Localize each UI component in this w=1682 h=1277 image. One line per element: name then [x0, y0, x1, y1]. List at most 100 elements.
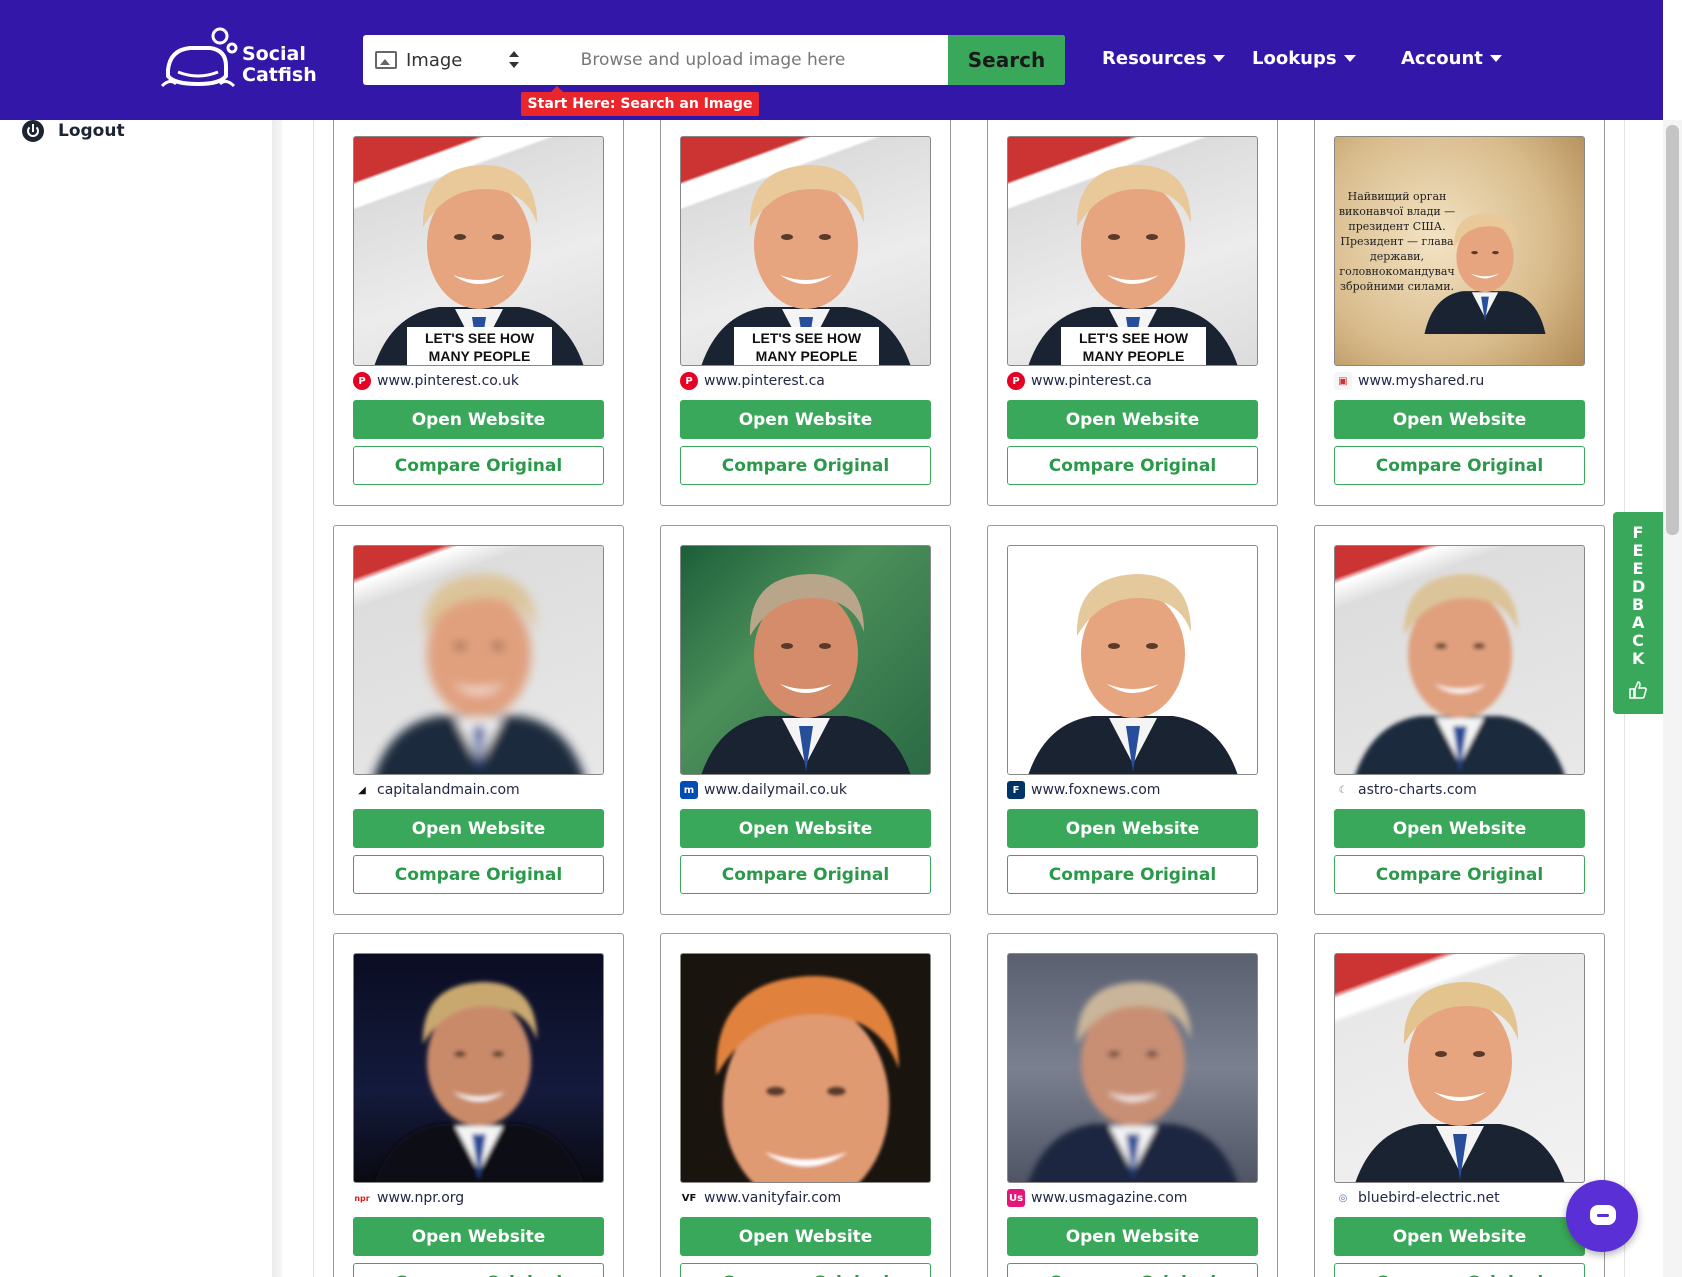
results-grid: LET'S SEE HOW MANY PEOPLE LOVE TRUMP Pwww…: [313, 120, 1625, 1277]
open-website-button[interactable]: Open Website: [1007, 1217, 1258, 1256]
result-source: VF www.vanityfair.com: [680, 1188, 841, 1208]
image-caption: LET'S SEE HOW MANY PEOPLE LOVE TRUMP: [734, 327, 879, 365]
result-source: npr www.npr.org: [353, 1188, 464, 1208]
result-image[interactable]: LET'S SEE HOW MANY PEOPLE LOVE TRUMP: [353, 136, 604, 366]
open-website-button[interactable]: Open Website: [1007, 400, 1258, 439]
result-domain: www.myshared.ru: [1358, 373, 1485, 389]
caret-down-icon: [1489, 55, 1502, 62]
compare-original-button[interactable]: Compare Original: [680, 1263, 931, 1277]
compare-original-button[interactable]: Compare Original: [1334, 446, 1585, 485]
portrait-image: [716, 976, 899, 1182]
compare-original-button[interactable]: Compare Original: [1007, 1263, 1258, 1277]
select-updown-icon: [508, 49, 520, 71]
result-domain: bluebird-electric.net: [1358, 1190, 1500, 1206]
nav-resources[interactable]: Resources: [1102, 48, 1226, 69]
feedback-label: FEEDBACK: [1632, 523, 1646, 668]
image-caption: LET'S SEE HOW MANY PEOPLE LOVE TRUMP: [407, 327, 552, 365]
result-source: ▣ www.myshared.ru: [1334, 371, 1484, 391]
portrait-image: [1028, 982, 1238, 1182]
result-image[interactable]: [1334, 545, 1585, 775]
open-website-button[interactable]: Open Website: [680, 1217, 931, 1256]
result-source: Pwww.pinterest.co.uk: [353, 371, 519, 391]
catfish-logo-icon: [160, 27, 238, 88]
open-website-button[interactable]: Open Website: [680, 809, 931, 848]
image-caption: LET'S SEE HOW MANY PEOPLE LOVE TRUMP: [1061, 327, 1206, 365]
compare-original-button[interactable]: Compare Original: [353, 1263, 604, 1277]
compare-original-button[interactable]: Compare Original: [680, 855, 931, 894]
compare-original-button[interactable]: Compare Original: [1334, 1263, 1585, 1277]
nav-account[interactable]: Account: [1401, 48, 1502, 69]
open-website-button[interactable]: Open Website: [1334, 809, 1585, 848]
myshared-icon: ▣: [1334, 372, 1352, 390]
caret-down-icon: [1213, 55, 1226, 62]
caret-down-icon: [1343, 55, 1356, 62]
search-type-label: Image: [406, 49, 463, 71]
nav-account-label: Account: [1401, 48, 1483, 69]
result-card: ☾ astro-charts.com Open Website Compare Ori…: [1314, 525, 1605, 915]
pinterest-icon: P: [680, 372, 698, 390]
open-website-button[interactable]: Open Website: [1007, 809, 1258, 848]
open-website-button[interactable]: Open Website: [680, 400, 931, 439]
compare-original-button[interactable]: Compare Original: [1007, 855, 1258, 894]
logout-link[interactable]: Logout: [22, 120, 125, 142]
result-card: LET'S SEE HOW MANY PEOPLE LOVE TRUMP Pwww…: [333, 120, 624, 506]
open-website-button[interactable]: Open Website: [1334, 400, 1585, 439]
feedback-tab[interactable]: FEEDBACK: [1613, 512, 1663, 714]
result-card: ◎ bluebird-electric.net Open Website Compar…: [1314, 933, 1605, 1277]
portrait-image: [1355, 982, 1565, 1182]
result-image[interactable]: [680, 545, 931, 775]
result-card: VF www.vanityfair.com Open Website Compare …: [660, 933, 951, 1277]
result-domain: www.pinterest.ca: [704, 373, 825, 389]
compare-original-button[interactable]: Compare Original: [1007, 446, 1258, 485]
image-upload-input[interactable]: [563, 35, 863, 85]
logout-label: Logout: [58, 121, 125, 141]
result-domain: www.dailymail.co.uk: [704, 782, 847, 798]
result-source: ☾ astro-charts.com: [1334, 780, 1477, 800]
result-domain: capitalandmain.com: [377, 782, 520, 798]
image-icon: [375, 51, 397, 69]
scrollbar-thumb[interactable]: [1666, 125, 1679, 535]
nav-lookups[interactable]: Lookups: [1252, 48, 1356, 69]
result-image[interactable]: [1007, 545, 1258, 775]
search-button[interactable]: Search: [948, 35, 1065, 85]
open-website-button[interactable]: Open Website: [353, 809, 604, 848]
top-header: Social Catfish Image Search Start Here: …: [0, 0, 1663, 120]
result-domain: www.npr.org: [377, 1190, 465, 1206]
open-website-button[interactable]: Open Website: [1334, 1217, 1585, 1256]
result-image[interactable]: [680, 953, 931, 1183]
sidebar-divider: [272, 120, 282, 1277]
brand-name-line2: Catfish: [242, 64, 317, 86]
result-card: ◢ capitalandmain.com Open Website Compare O…: [333, 525, 624, 915]
portrait-image: [1028, 574, 1238, 774]
result-image[interactable]: [1334, 953, 1585, 1183]
pinterest-icon: P: [1007, 372, 1025, 390]
search-type-select[interactable]: Image: [363, 35, 533, 85]
result-image[interactable]: LET'S SEE HOW MANY PEOPLE LOVE TRUMP: [1007, 136, 1258, 366]
result-image[interactable]: [353, 953, 604, 1183]
portrait-image: [701, 574, 911, 774]
result-domain: www.usmagazine.com: [1031, 1190, 1188, 1206]
result-domain: www.pinterest.co.uk: [377, 373, 520, 389]
result-image[interactable]: Найвищий орган виконавчої влади — презид…: [1334, 136, 1585, 366]
compare-original-button[interactable]: Compare Original: [353, 855, 604, 894]
result-source: Pwww.pinterest.ca: [680, 371, 825, 391]
power-icon: [22, 120, 44, 142]
chat-icon: [1590, 1205, 1616, 1225]
result-source: ◎ bluebird-electric.net: [1334, 1188, 1500, 1208]
open-website-button[interactable]: Open Website: [353, 1217, 604, 1256]
chat-button[interactable]: [1566, 1180, 1638, 1252]
result-image[interactable]: [1007, 953, 1258, 1183]
vanityfair-icon: VF: [680, 1189, 698, 1207]
result-domain: astro-charts.com: [1358, 782, 1477, 798]
open-website-button[interactable]: Open Website: [353, 400, 604, 439]
compare-original-button[interactable]: Compare Original: [353, 446, 604, 485]
compare-original-button[interactable]: Compare Original: [1334, 855, 1585, 894]
compare-original-button[interactable]: Compare Original: [680, 446, 931, 485]
page-scrollbar[interactable]: [1663, 120, 1682, 1277]
globe-icon: ◎: [1334, 1189, 1352, 1207]
result-domain: www.foxnews.com: [1031, 782, 1161, 798]
foxnews-icon: F: [1007, 781, 1025, 799]
result-image[interactable]: LET'S SEE HOW MANY PEOPLE LOVE TRUMP: [680, 136, 931, 366]
social-catfish-logo[interactable]: Social Catfish: [160, 26, 317, 88]
result-image[interactable]: [353, 545, 604, 775]
